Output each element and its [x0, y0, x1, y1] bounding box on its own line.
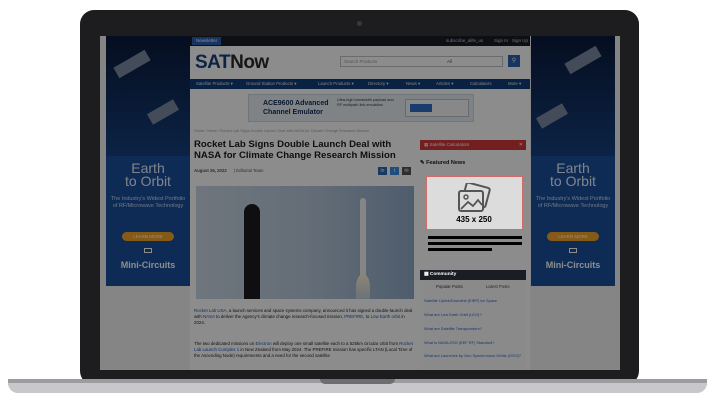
nav-calculators[interactable]: Calculators	[470, 79, 492, 89]
website: Earth to Orbit The Industry's Widest Port…	[100, 36, 620, 370]
twitter-share-button[interactable]: t	[390, 167, 399, 175]
close-icon[interactable]: ✕	[519, 140, 523, 150]
article-headline: Rocket Lab Signs Double Launch Deal with…	[194, 139, 396, 161]
article-paragraph-1: Rocket Lab USA, a launch services and sp…	[194, 308, 413, 326]
learn-more-button[interactable]: LEARN MORE	[547, 232, 599, 241]
link-rocket-lab[interactable]: Rocket Lab USA	[194, 308, 226, 313]
laptop-notch	[320, 379, 395, 384]
satellite-icon	[564, 45, 602, 75]
ad-subtitle: The Industry's Widest Portfolio of RF/Mi…	[535, 196, 611, 209]
search-icon: ⚲	[511, 58, 517, 64]
rocket-right	[360, 198, 366, 278]
link-low-earth-orbit[interactable]: Low Earth orbit	[371, 314, 401, 319]
laptop-screen: Earth to Orbit The Industry's Widest Port…	[100, 36, 620, 370]
community-post[interactable]: Satellite Uplink/Downlink (EIRP) for Spa…	[424, 298, 524, 303]
article-meta: August 26, 2022 | Editorial Team in t ✉	[194, 167, 416, 175]
banner-ad-title: ACE9600 Advanced Channel Emulator	[263, 100, 329, 116]
launch-plume	[356, 274, 370, 299]
community-post[interactable]: What are Satellite Transponders?	[424, 326, 524, 331]
community-post[interactable]: What are Low Earth Orbit (LEO)?	[424, 312, 524, 317]
community-post[interactable]: What is NASA ESG (EEF RF) Standard?	[424, 340, 524, 345]
link-electron[interactable]: Electron	[256, 341, 272, 346]
nav-articles[interactable]: Articles ▾	[436, 79, 453, 89]
skyscraper-ad-right[interactable]: Earth to Orbit The Industry's Widest Port…	[531, 36, 615, 286]
sign-up-link[interactable]: Sign Up	[512, 36, 528, 46]
sign-in-link[interactable]: Sign In	[494, 36, 508, 46]
laptop-mockup: Earth to Orbit The Industry's Widest Port…	[0, 0, 715, 400]
community-header: ▩ Community	[420, 270, 526, 280]
article-image	[196, 186, 414, 299]
ad-space-image	[531, 36, 615, 156]
placeholder-text-line	[428, 248, 492, 251]
ad-space-image	[106, 36, 190, 156]
banner-ad-description: Ultra-high bandwidth payload and RF mult…	[337, 98, 394, 107]
main-nav: Satellite Products ▾ Ground Station Prod…	[190, 79, 530, 89]
search-input[interactable]: Search Products All	[340, 56, 503, 67]
email-share-button[interactable]: ✉	[402, 167, 411, 175]
breadcrumb[interactable]: Home / News / Rocket Lab Signs Double La…	[194, 129, 369, 133]
ad-subtitle: The Industry's Widest Portfolio of RF/Mi…	[110, 196, 186, 209]
tab-latest-posts[interactable]: Latest Posts	[486, 284, 510, 289]
account-link[interactable]: subscribe_alife_us	[446, 36, 483, 46]
satellite-icon	[147, 99, 179, 125]
learn-more-button[interactable]: LEARN MORE	[122, 232, 174, 241]
community-panel: Popular Posts Latest Posts Satellite Upl…	[420, 280, 526, 370]
top-bar: Newsletter subscribe_alife_us Sign In Si…	[190, 36, 530, 46]
satellite-calculators-bar[interactable]: ▦ Satellite Calculators ✕	[420, 140, 526, 150]
placeholder-size-label: 435 x 250	[456, 215, 492, 224]
linkedin-share-button[interactable]: in	[378, 167, 387, 175]
article-author: | Editorial Team	[234, 168, 264, 173]
nav-ground-station-products[interactable]: Ground Station Products ▾	[246, 79, 296, 89]
placeholder-text-line	[428, 242, 522, 245]
community-post[interactable]: What are Launches by Geo Synchronous Orb…	[424, 353, 524, 358]
search-category-select[interactable]: All	[447, 57, 452, 67]
article-paragraph-2: The two dedicated missions on Electron w…	[194, 341, 413, 359]
banner-ad[interactable]: ACE9600 Advanced Channel Emulator Ultra-h…	[248, 94, 474, 122]
webcam	[357, 21, 362, 26]
nav-satellite-products[interactable]: Satellite Products ▾	[196, 79, 233, 89]
rocket-left	[244, 204, 260, 299]
ad-title: Earth to Orbit	[550, 160, 596, 189]
search-placeholder: Search Products	[344, 59, 378, 64]
nav-directory[interactable]: Directory ▾	[368, 79, 389, 89]
brand-logo: Mini-Circuits	[120, 260, 176, 270]
device-screen	[410, 104, 432, 112]
skyscraper-ad-left[interactable]: Earth to Orbit The Industry's Widest Port…	[106, 36, 190, 286]
satellite-icon	[536, 103, 568, 129]
device-image	[405, 99, 469, 117]
ad-placeholder[interactable]: 435 x 250	[426, 176, 523, 230]
laptop-base	[8, 383, 707, 393]
link-prefire[interactable]: PREFIRE	[344, 314, 363, 319]
ad-title: Earth to Orbit	[125, 160, 171, 189]
placeholder-text-line	[428, 236, 522, 239]
brand-logo: Mini-Circuits	[545, 260, 601, 270]
nav-news[interactable]: News ▾	[406, 79, 420, 89]
brand-icon	[144, 248, 152, 253]
brand-icon	[569, 248, 577, 253]
nav-launch-products[interactable]: Launch Products ▾	[318, 79, 354, 89]
newsletter-button[interactable]: Newsletter	[192, 37, 222, 45]
site-logo[interactable]: SATNow	[195, 52, 269, 74]
satellite-icon	[113, 49, 151, 79]
search-button[interactable]: ⚲	[508, 55, 520, 67]
link-nasa[interactable]: NASA	[203, 314, 215, 319]
nav-more[interactable]: More ▾	[508, 79, 521, 89]
article-date: August 26, 2022	[194, 168, 227, 173]
featured-news-heading: ✎ Featured News	[420, 160, 466, 166]
tab-popular-posts[interactable]: Popular Posts	[436, 284, 463, 289]
image-icon	[458, 183, 491, 212]
